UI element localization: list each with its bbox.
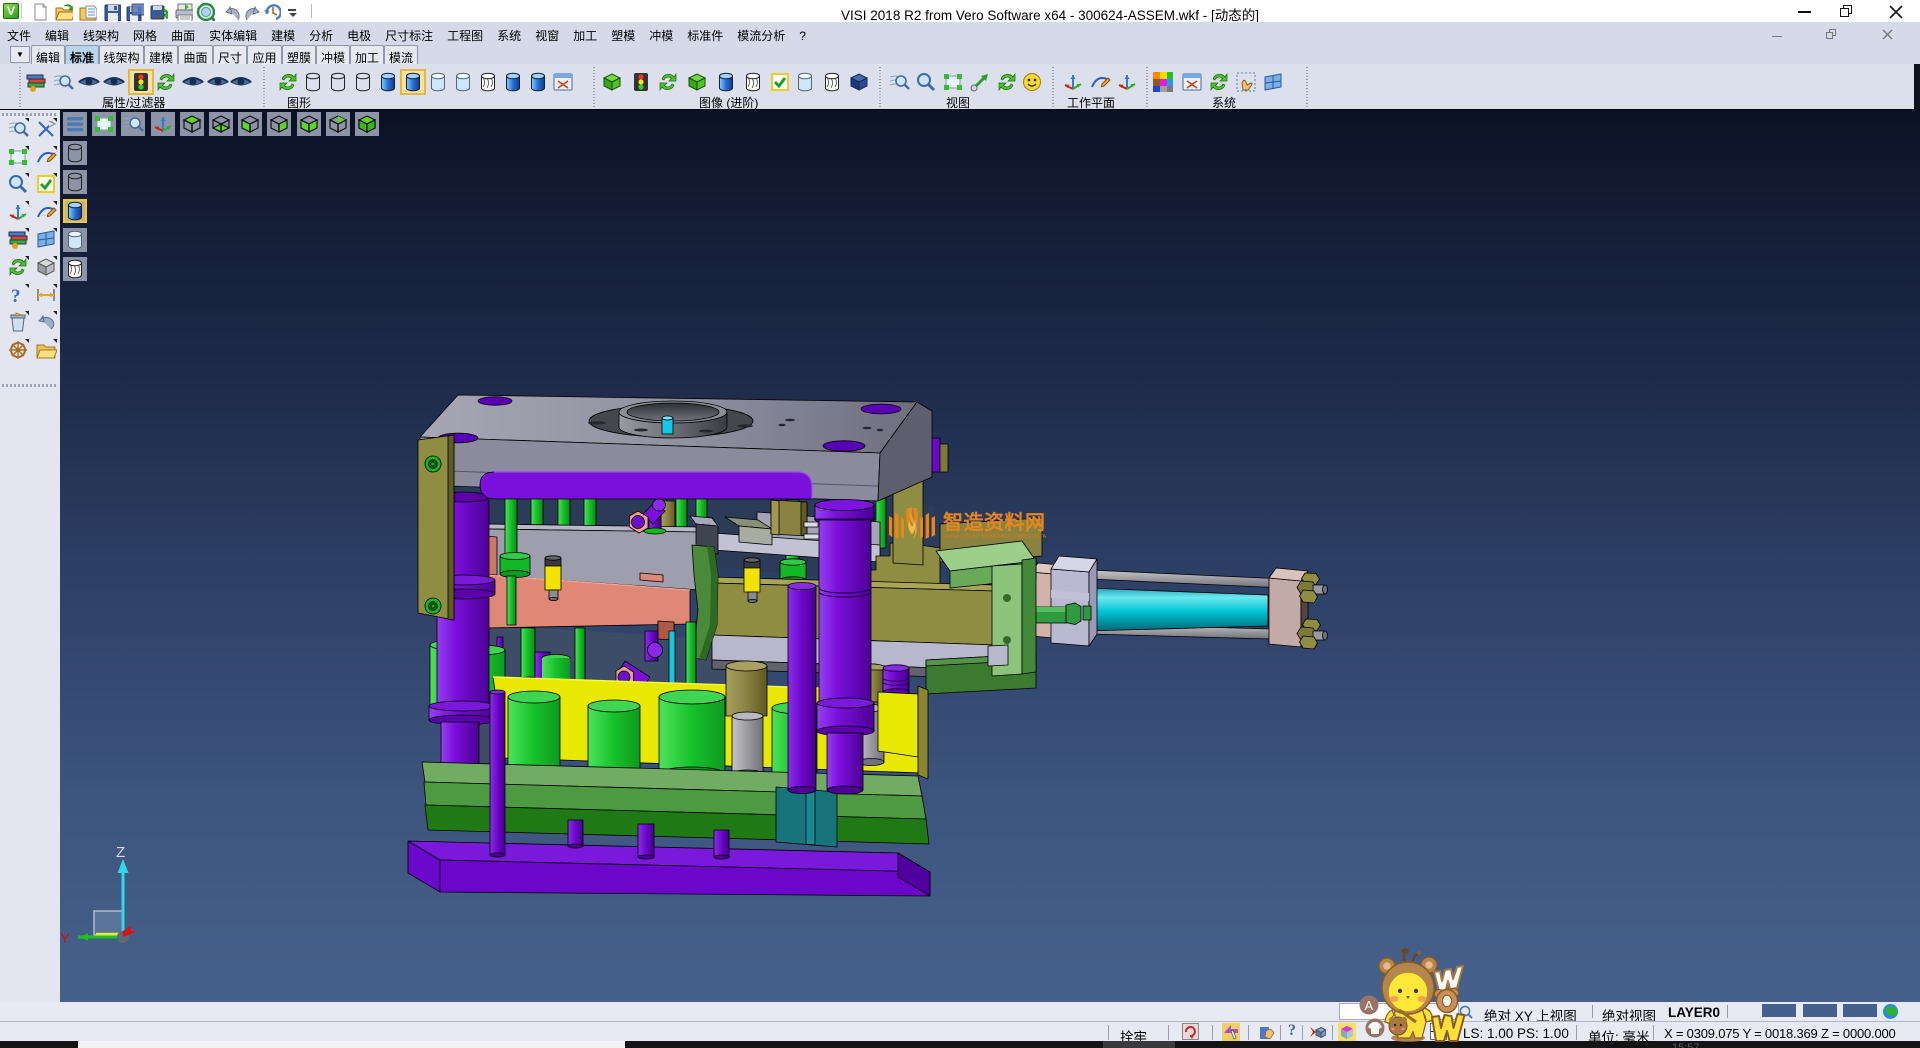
svg-text:INTELLIGENT MANUFACTURING DATA: INTELLIGENT MANUFACTURING DATA	[944, 534, 1046, 540]
svg-text:智造资料网: 智造资料网	[943, 510, 1046, 534]
svg-text:Y: Y	[60, 930, 70, 947]
svg-text:A: A	[1365, 998, 1374, 1013]
svg-text:Z: Z	[116, 845, 125, 861]
